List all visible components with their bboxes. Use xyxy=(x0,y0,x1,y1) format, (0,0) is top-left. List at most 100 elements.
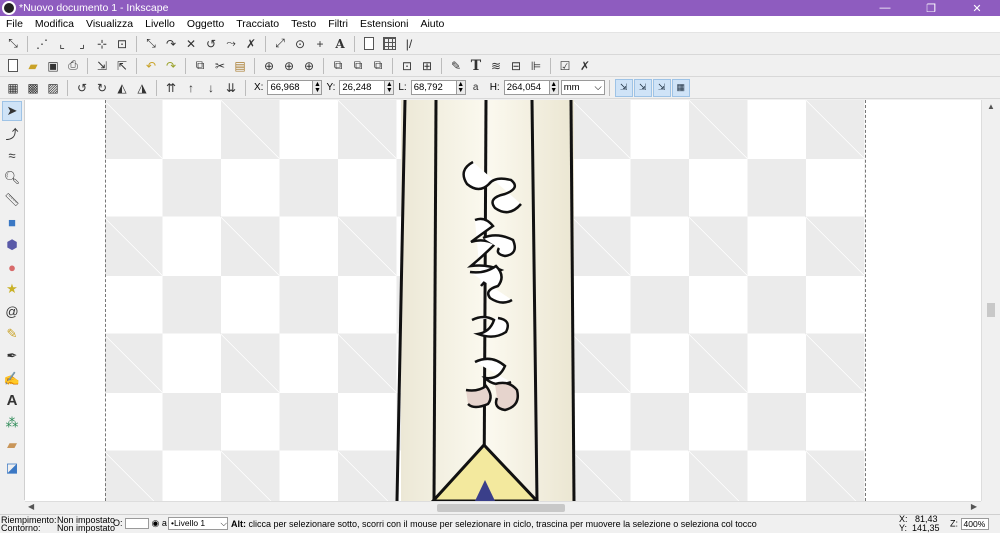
scroll-right-icon[interactable]: ▶ xyxy=(971,502,977,511)
menu-visualizza[interactable]: Visualizza xyxy=(80,16,139,33)
3dbox-icon[interactable]: ⬢ xyxy=(2,235,22,255)
selector-icon[interactable]: ➤ xyxy=(2,101,22,121)
rotate-cw-icon[interactable]: ↻ xyxy=(94,80,110,96)
scale-corners-icon[interactable]: ⇲ xyxy=(633,78,652,97)
horizontal-scrollbar[interactable]: ◀ ▶ xyxy=(25,501,981,514)
print-icon[interactable]: ⎙ xyxy=(65,58,81,74)
maximize-button[interactable]: ❐ xyxy=(908,0,954,16)
pencil-icon[interactable]: ✎ xyxy=(2,324,22,344)
width-input[interactable]: 68,792 xyxy=(410,80,457,95)
zoom-input[interactable]: 400% xyxy=(960,518,989,530)
x-spinner[interactable]: ▲ ▼ xyxy=(313,80,323,95)
scale-stroke-icon[interactable]: ⇲ xyxy=(614,78,633,97)
x-input[interactable]: 66,968 xyxy=(267,80,314,95)
snap-guide-icon[interactable]: |/ xyxy=(401,36,417,52)
snap-rotation-icon[interactable]: ⊙ xyxy=(292,36,308,52)
star-icon[interactable]: ★ xyxy=(2,279,22,299)
raise-top-icon[interactable]: ⇈ xyxy=(163,80,179,96)
menu-aiuto[interactable]: Aiuto xyxy=(414,16,450,33)
height-spinner[interactable]: ▲ ▼ xyxy=(549,80,559,95)
flip-h-icon[interactable]: ◭ xyxy=(114,80,130,96)
clone-icon[interactable]: ⧉ xyxy=(350,58,366,74)
snap-bbox-corner-icon[interactable]: ⌟ xyxy=(74,36,90,52)
text-icon[interactable]: A xyxy=(2,391,22,411)
fill-stroke-icon[interactable]: ✎ xyxy=(448,58,464,74)
snap-bbox-midpoint-icon[interactable]: ⊹ xyxy=(94,36,110,52)
xml-editor-icon[interactable]: ⊟ xyxy=(508,58,524,74)
menu-modifica[interactable]: Modifica xyxy=(29,16,80,33)
menu-testo[interactable]: Testo xyxy=(285,16,322,33)
duplicate-icon[interactable]: ⧉ xyxy=(330,58,346,74)
vertical-scrollbar[interactable]: ▲ xyxy=(981,100,1000,501)
snap-page-icon[interactable] xyxy=(361,36,377,52)
snap-grid-icon[interactable] xyxy=(381,36,397,52)
y-input[interactable]: 26,248 xyxy=(339,80,386,95)
menu-file[interactable]: File xyxy=(0,16,29,33)
banner-shape[interactable] xyxy=(401,100,574,501)
new-icon[interactable] xyxy=(5,58,21,74)
snap-midpoint-icon[interactable]: ✗ xyxy=(243,36,259,52)
ungroup-icon[interactable]: ⊞ xyxy=(419,58,435,74)
ellipse-icon[interactable]: ● xyxy=(2,257,22,277)
save-icon[interactable]: ▣ xyxy=(45,58,61,74)
fill-stroke-indicator[interactable]: Riempimento:Non impostato Contorno: Non i… xyxy=(1,516,115,533)
zoom-drawing-icon[interactable]: ⊕ xyxy=(281,58,297,74)
snap-bbox-icon[interactable]: ⋰ xyxy=(34,36,50,52)
unlink-clone-icon[interactable]: ⧉ xyxy=(370,58,386,74)
snap-bbox-center-icon[interactable]: ⊡ xyxy=(114,36,130,52)
document-props-icon[interactable]: ☑ xyxy=(557,58,573,74)
eraser-icon[interactable]: ▰ xyxy=(2,435,22,455)
group-icon[interactable]: ⊡ xyxy=(399,58,415,74)
snap-enable-icon[interactable]: ⤡ xyxy=(5,36,21,52)
snap-bbox-edge-icon[interactable]: ⌞ xyxy=(54,36,70,52)
select-all-layers-icon[interactable]: ▩ xyxy=(25,80,41,96)
open-icon[interactable]: ▰ xyxy=(25,58,41,74)
calligraphy-icon[interactable]: ✍ xyxy=(2,369,22,389)
snap-intersection-icon[interactable]: ✕ xyxy=(183,36,199,52)
scroll-up-icon[interactable]: ▲ xyxy=(982,100,1000,114)
layer-select[interactable]: •Livello 1 ⌵ xyxy=(168,517,228,530)
lock-layer-icon[interactable]: a xyxy=(162,518,167,528)
paste-icon[interactable]: ▤ xyxy=(232,58,248,74)
minimize-button[interactable]: — xyxy=(862,0,908,16)
flip-v-icon[interactable]: ◮ xyxy=(134,80,150,96)
snap-text-baseline-icon[interactable]: + xyxy=(312,36,328,52)
snap-nodes-icon[interactable]: ⤡ xyxy=(143,36,159,52)
lower-bottom-icon[interactable]: ⇊ xyxy=(223,80,239,96)
lock-icon[interactable]: a xyxy=(468,80,484,96)
zoom-page-icon[interactable]: ⊕ xyxy=(301,58,317,74)
menu-estensioni[interactable]: Estensioni xyxy=(354,16,414,33)
visibility-icon[interactable]: ◉ xyxy=(152,518,160,528)
snap-smooth-icon[interactable]: ⤳ xyxy=(223,36,239,52)
paint-bucket-icon[interactable]: ◪ xyxy=(2,458,22,478)
zoom-selection-icon[interactable]: ⊕ xyxy=(261,58,277,74)
undo-icon[interactable]: ↶ xyxy=(143,58,159,74)
menu-oggetto[interactable]: Oggetto xyxy=(181,16,230,33)
import-icon[interactable]: ⇲ xyxy=(94,58,110,74)
copy-icon[interactable]: ⧉ xyxy=(192,58,208,74)
drawing[interactable] xyxy=(25,100,981,501)
tweak-icon[interactable]: ≈ xyxy=(2,146,22,166)
menu-filtri[interactable]: Filtri xyxy=(322,16,354,33)
layers-icon[interactable]: ≋ xyxy=(488,58,504,74)
scroll-left-icon[interactable]: ◀ xyxy=(28,502,34,511)
node-icon[interactable]: ⤴ xyxy=(2,123,22,143)
snap-text-icon[interactable]: A xyxy=(332,36,348,52)
width-spinner[interactable]: ▲ ▼ xyxy=(456,80,466,95)
opacity-input[interactable] xyxy=(125,518,150,530)
menu-tracciato[interactable]: Tracciato xyxy=(230,16,285,33)
text-font-icon[interactable]: T xyxy=(468,58,484,74)
transform-gradients-icon[interactable]: ⇲ xyxy=(652,78,671,97)
snap-center-icon[interactable]: ⤢ xyxy=(272,36,288,52)
spiral-icon[interactable]: @ xyxy=(2,302,22,322)
menu-livello[interactable]: Livello xyxy=(139,16,181,33)
rect-icon[interactable]: ■ xyxy=(2,212,22,232)
align-icon[interactable]: ⊫ xyxy=(528,58,544,74)
snap-cusp-icon[interactable]: ↺ xyxy=(203,36,219,52)
deselect-icon[interactable]: ▨ xyxy=(45,80,61,96)
vertical-scroll-thumb[interactable] xyxy=(987,303,995,317)
close-button[interactable]: ✕ xyxy=(954,0,1000,16)
height-input[interactable]: 264,054 xyxy=(503,80,550,95)
measure-icon[interactable]: 📏︎ xyxy=(2,190,22,210)
preferences-icon[interactable]: ✗ xyxy=(577,58,593,74)
